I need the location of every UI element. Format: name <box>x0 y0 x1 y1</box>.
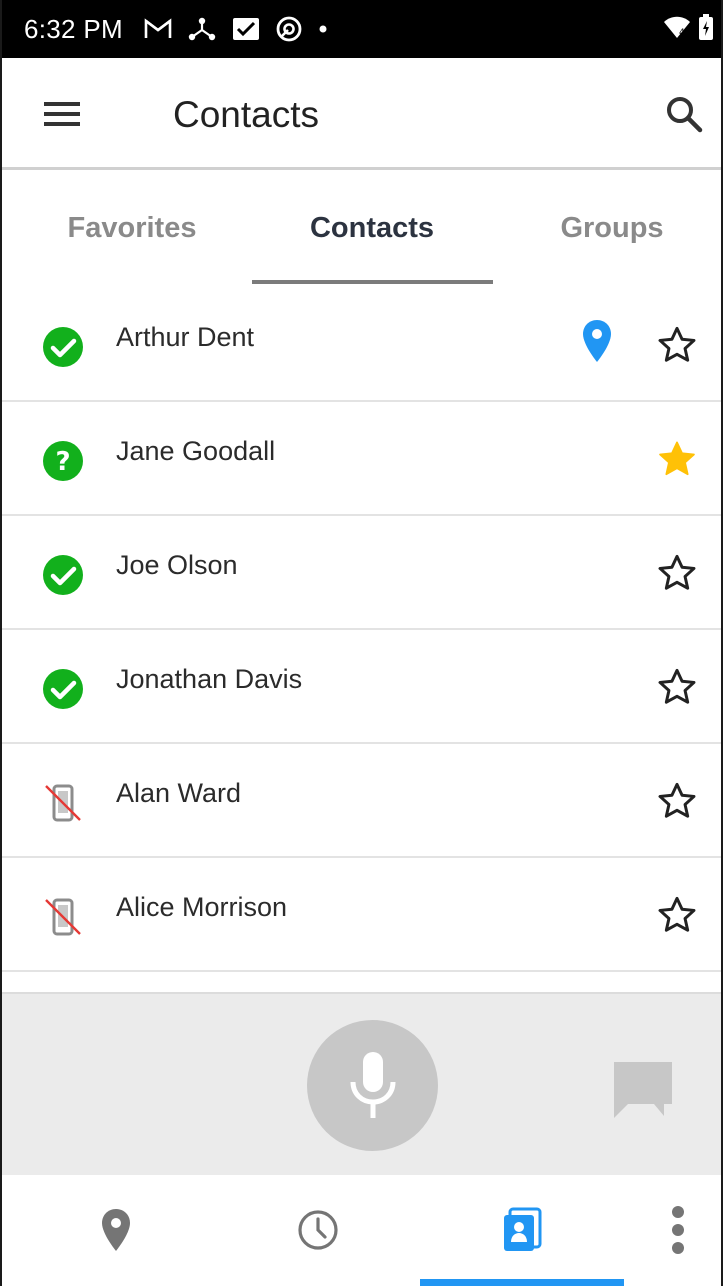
contact-row[interactable]: Alan Ward <box>2 744 721 858</box>
map-pin-icon <box>102 1209 130 1251</box>
no-device-icon <box>45 784 81 822</box>
action-area <box>2 992 721 1177</box>
contact-name: Arthur Dent <box>116 322 255 352</box>
tab-contacts[interactable]: Contacts <box>252 212 492 245</box>
chat-button[interactable] <box>610 1058 676 1120</box>
contact-name: Alan Ward <box>116 778 242 808</box>
more-options-button[interactable] <box>653 1205 703 1255</box>
contact-row[interactable]: Joe Olson <box>2 516 721 630</box>
active-nav-indicator <box>420 1279 624 1286</box>
star-outline-icon[interactable] <box>656 894 698 936</box>
unknown-status-icon: ? <box>43 441 83 481</box>
gmail-icon <box>143 17 173 41</box>
online-check-icon <box>43 327 83 367</box>
inbox-check-icon <box>231 16 261 42</box>
online-check-icon <box>43 669 83 709</box>
contact-name: Jane Goodall <box>116 436 276 466</box>
more-vert-icon <box>672 1206 684 1254</box>
vpn-icon <box>275 15 303 43</box>
star-outline-icon[interactable] <box>656 780 698 822</box>
tab-bar: Favorites Contacts Groups <box>2 172 721 288</box>
contact-row[interactable]: ? Jane Goodall <box>2 402 721 516</box>
contact-row[interactable]: Arthur Dent <box>2 288 721 402</box>
battery-icon <box>699 14 713 45</box>
menu-button[interactable] <box>38 94 86 134</box>
contact-name: Jonathan Davis <box>116 664 303 694</box>
location-pin-icon[interactable] <box>580 318 614 364</box>
contact-row[interactable]: Alice Morrison <box>2 858 721 972</box>
star-outline-icon[interactable] <box>656 666 698 708</box>
app-frame: 6:32 PM 4 Contacts Favorites Contacts Gr… <box>0 0 723 1286</box>
chat-icon <box>614 1062 672 1118</box>
svg-text:4: 4 <box>679 28 685 38</box>
tab-groups[interactable]: Groups <box>492 212 721 245</box>
contact-name: Alice Morrison <box>116 892 288 922</box>
hamburger-menu-icon <box>44 102 80 126</box>
network-icon <box>187 16 217 42</box>
wifi-icon: 4 <box>663 15 691 44</box>
history-clock-icon <box>298 1210 338 1250</box>
search-icon <box>667 97 703 133</box>
active-tab-indicator <box>252 280 493 284</box>
dot-icon <box>317 23 329 35</box>
online-check-icon <box>43 555 83 595</box>
bottom-nav <box>2 1175 721 1286</box>
page-title: Contacts <box>173 94 320 135</box>
push-to-talk-button[interactable] <box>307 1020 438 1151</box>
tab-favorites[interactable]: Favorites <box>12 212 252 245</box>
nav-contacts[interactable] <box>497 1205 547 1255</box>
star-outline-icon[interactable] <box>656 552 698 594</box>
microphone-icon <box>350 1051 395 1118</box>
search-button[interactable] <box>662 92 706 136</box>
status-time: 6:32 PM <box>24 13 123 44</box>
contacts-book-icon <box>504 1207 542 1251</box>
app-bar: Contacts <box>2 58 721 170</box>
star-filled-icon[interactable] <box>656 438 698 480</box>
contact-list: Arthur Dent ? Jane Goodall Joe Olson Jon… <box>2 288 721 972</box>
svg-text:?: ? <box>55 447 70 477</box>
status-bar: 6:32 PM 4 <box>2 0 721 58</box>
star-outline-icon[interactable] <box>656 324 698 366</box>
nav-history[interactable] <box>293 1205 343 1255</box>
nav-map[interactable] <box>91 1205 141 1255</box>
contact-name: Joe Olson <box>116 550 238 580</box>
contact-row[interactable]: Jonathan Davis <box>2 630 721 744</box>
no-device-icon <box>45 898 81 936</box>
